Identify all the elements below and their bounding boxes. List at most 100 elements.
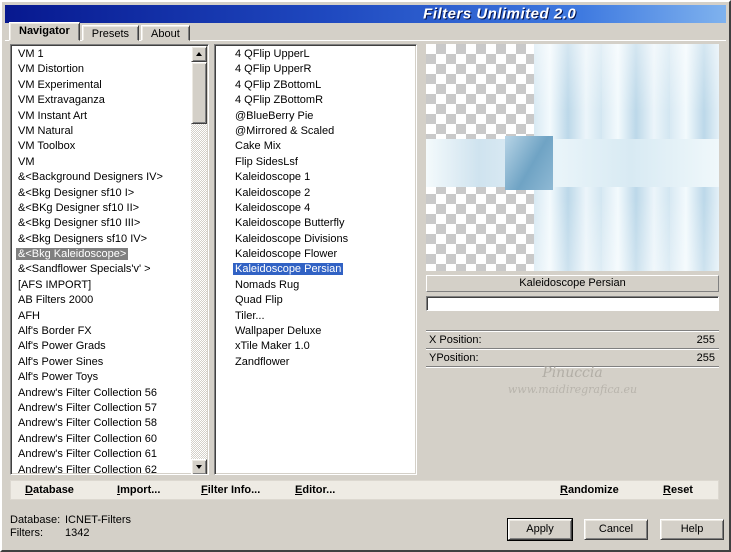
database-status-label: Database: [10, 514, 61, 526]
database-button[interactable]: Database [25, 484, 74, 496]
category-scrollbar[interactable] [191, 46, 207, 474]
y-position-slider[interactable]: YPosition: 255 [426, 350, 719, 366]
category-item[interactable]: &<Bkg Designers sf10 IV> [13, 232, 190, 247]
category-item[interactable]: VM Natural [13, 124, 190, 139]
category-item[interactable]: AB Filters 2000 [13, 293, 190, 308]
scroll-down-icon [196, 465, 202, 469]
import-button[interactable]: Import... [117, 484, 160, 496]
filter-item[interactable]: Kaleidoscope Butterfly [217, 216, 414, 231]
scroll-up-button[interactable] [191, 46, 207, 62]
filter-item[interactable]: Flip SidesLsf [217, 155, 414, 170]
tab-presets[interactable]: Presets [81, 25, 140, 41]
x-position-slider[interactable]: X Position: 255 [426, 332, 719, 348]
preview-art-band [426, 139, 719, 187]
scroll-up-icon [196, 52, 202, 56]
category-item[interactable]: VM 1 [13, 47, 190, 62]
category-item-label: AB Filters 2000 [18, 294, 94, 307]
category-item-label: VM Experimental [18, 78, 102, 91]
selected-filter-caption: Kaleidoscope Persian [426, 275, 719, 292]
category-item[interactable]: Alf's Power Toys [13, 370, 190, 385]
filter-item-label: 4 QFlip UpperR [235, 63, 312, 76]
preview-art-square [505, 135, 554, 191]
tab-navigator[interactable]: Navigator [9, 22, 80, 41]
scrollbar-thumb[interactable] [191, 62, 207, 124]
filter-item[interactable]: Cake Mix [217, 139, 414, 154]
navigator-page: VM 1 VM Distortion VM Experimental VM Extra… [5, 40, 726, 547]
category-item[interactable]: &<BKg Designer sf10 II> [13, 201, 190, 216]
filter-item[interactable]: 4 QFlip ZBottomR [217, 93, 414, 108]
filter-item[interactable]: Tiler... [217, 309, 414, 324]
randomize-button[interactable]: Randomize [560, 484, 619, 496]
cancel-button[interactable]: Cancel [584, 519, 648, 540]
category-item-label: &<Bkg Designer sf10 I> [18, 186, 135, 199]
filter-item[interactable]: Kaleidoscope 2 [217, 186, 414, 201]
filter-item[interactable]: Kaleidoscope Flower [217, 247, 414, 262]
title-bar[interactable]: Filters Unlimited 2.0 [5, 5, 726, 23]
filter-item[interactable]: 4 QFlip ZBottomL [217, 78, 414, 93]
category-item[interactable]: Andrew's Filter Collection 58 [13, 416, 190, 431]
reset-button[interactable]: Reset [663, 484, 693, 496]
filter-item[interactable]: Kaleidoscope 4 [217, 201, 414, 216]
filter-item[interactable]: 4 QFlip UpperR [217, 62, 414, 77]
preview-image [426, 44, 719, 271]
filter-item[interactable]: xTile Maker 1.0 [217, 339, 414, 354]
filter-item[interactable]: Nomads Rug [217, 278, 414, 293]
filter-item[interactable]: @Mirrored & Scaled [217, 124, 414, 139]
category-item[interactable]: Andrew's Filter Collection 60 [13, 432, 190, 447]
category-item[interactable]: VM Distortion [13, 62, 190, 77]
filter-list[interactable]: 4 QFlip UpperL 4 QFlip UpperR 4 QFlip ZBot… [214, 44, 417, 475]
filter-item[interactable]: Quad Flip [217, 293, 414, 308]
category-item-label: Andrew's Filter Collection 62 [18, 463, 158, 475]
tab-about[interactable]: About [141, 25, 190, 41]
category-item[interactable]: Alf's Border FX [13, 324, 190, 339]
category-item[interactable]: &<Bkg Designer sf10 I> [13, 186, 190, 201]
category-item[interactable]: AFH [13, 309, 190, 324]
filter-item-label: Kaleidoscope 1 [235, 171, 311, 184]
filter-item-label: Kaleidoscope 4 [235, 201, 311, 214]
category-item[interactable]: &<Background Designers IV> [13, 170, 190, 185]
category-item[interactable]: VM Experimental [13, 78, 190, 93]
apply-button[interactable]: Apply [507, 518, 573, 541]
scroll-down-button[interactable] [191, 459, 207, 474]
category-item-label: Alf's Power Toys [18, 371, 99, 384]
category-item[interactable]: Alf's Power Grads [13, 339, 190, 354]
filter-item[interactable]: Kaleidoscope 1 [217, 170, 414, 185]
filter-item[interactable]: Zandflower [217, 355, 414, 370]
filter-item-label: Kaleidoscope 2 [235, 186, 311, 199]
filter-item-label: Kaleidoscope Divisions [235, 232, 349, 245]
category-item[interactable]: &<Bkg Kaleidoscope> [13, 247, 190, 262]
filter-item-label: @BlueBerry Pie [235, 109, 314, 122]
category-item-label: VM Extravaganza [18, 94, 105, 107]
category-item[interactable]: &<Sandflower Specials'v' > [13, 262, 190, 277]
filter-item[interactable]: Wallpaper Deluxe [217, 324, 414, 339]
filters-count-value: 1342 [65, 527, 90, 539]
x-position-label: X Position: [429, 334, 482, 346]
category-item-label: &<Background Designers IV> [18, 171, 163, 184]
help-button[interactable]: Help [660, 519, 724, 540]
editor-button[interactable]: Editor... [295, 484, 335, 496]
filter-item-label: Kaleidoscope Flower [235, 248, 338, 261]
filter-item[interactable]: Kaleidoscope Divisions [217, 232, 414, 247]
category-item[interactable]: [AFS IMPORT] [13, 278, 190, 293]
category-item[interactable]: VM Toolbox [13, 139, 190, 154]
filter-item-label: Tiler... [235, 309, 265, 322]
category-item[interactable]: Andrew's Filter Collection 62 [13, 463, 190, 475]
category-item[interactable]: Alf's Power Sines [13, 355, 190, 370]
category-item[interactable]: VM Instant Art [13, 109, 190, 124]
filter-info-button[interactable]: Filter Info... [201, 484, 260, 496]
category-list[interactable]: VM 1 VM Distortion VM Experimental VM Extra… [10, 44, 209, 475]
progress-bar [426, 296, 719, 311]
category-item[interactable]: Andrew's Filter Collection 61 [13, 447, 190, 462]
filter-item[interactable]: Kaleidoscope Persian [217, 262, 414, 277]
category-item[interactable]: Andrew's Filter Collection 57 [13, 401, 190, 416]
category-item[interactable]: VM Extravaganza [13, 93, 190, 108]
category-item[interactable]: Andrew's Filter Collection 56 [13, 386, 190, 401]
category-item[interactable]: &<Bkg Designer sf10 III> [13, 216, 190, 231]
filter-item[interactable]: 4 QFlip UpperL [217, 47, 414, 62]
watermark-signature: Pinuccia [542, 365, 603, 381]
category-item[interactable]: VM [13, 155, 190, 170]
filter-item-label: xTile Maker 1.0 [235, 340, 310, 353]
window-title: Filters Unlimited 2.0 [423, 5, 577, 23]
filter-item[interactable]: @BlueBerry Pie [217, 109, 414, 124]
filter-item-label: Wallpaper Deluxe [235, 325, 322, 338]
